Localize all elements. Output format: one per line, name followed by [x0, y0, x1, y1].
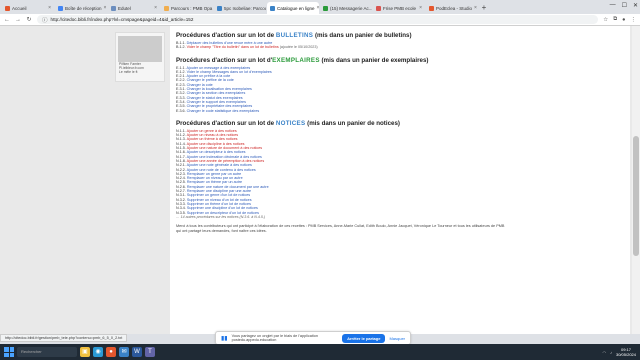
menu-dots-icon[interactable]: ⋮: [631, 17, 637, 23]
window-controls: — ☐ ✕: [610, 2, 638, 9]
tab-title: Accueil: [12, 5, 27, 11]
section-title-notices: Procédures d'action sur un lot de NOTICE…: [176, 119, 400, 127]
chrome-icon[interactable]: ●: [106, 347, 116, 357]
taskbar-clock[interactable]: 09:17 30/05/2024: [616, 347, 636, 357]
browser-tab[interactable]: 5pc Isobeliae: Parcours×: [214, 2, 266, 14]
tab-close-icon[interactable]: ×: [317, 5, 319, 11]
procedure-number: N.3.5.: [176, 210, 186, 215]
forward-arrow-icon[interactable]: →: [15, 17, 21, 23]
tab-close-icon[interactable]: ×: [48, 5, 51, 11]
browser-tab[interactable]: Parcours : PMB Opa×: [161, 2, 213, 14]
article-content: Procédures d'action sur un lot de BULLET…: [170, 26, 630, 334]
tab-favicon-icon: [5, 5, 10, 11]
profile-card: Pilfken Famter Pl.ielbleur.fr.com Le mêle …: [115, 32, 165, 82]
tab-title: Boîte de réception: [65, 5, 102, 11]
bulletins-procedure-list: B.1.1. Déplacer des bulletins d'une revu…: [176, 41, 624, 50]
browser-tab-bar: Accueil × Boîte de réception × Edutel × Parcou…: [0, 0, 640, 14]
explorer-icon[interactable]: ▣: [80, 347, 90, 357]
browser-tab[interactable]: Catalogue en ligne ×: [267, 2, 319, 14]
profile-line: Le mêle le ft: [119, 70, 138, 74]
browser-tab[interactable]: Boîte de réception ×: [55, 2, 107, 14]
taskbar-search-input[interactable]: Rechercher: [17, 347, 77, 357]
browser-tab[interactable]: Frise PMB ecole ×: [373, 2, 425, 14]
reload-icon[interactable]: ↻: [26, 16, 32, 23]
word-icon[interactable]: W: [132, 347, 142, 357]
taskbar: Rechercher ▣ ◉ ● ✉ W T ◠ ♪ 09:17 30/05/2024: [0, 344, 640, 360]
taskbar-apps: ▣ ◉ ● ✉ W T: [80, 347, 155, 357]
tab-title: Parcours : PMB Opa: [171, 5, 213, 11]
tab-title: 5pc Isobeliae: Parcours: [224, 5, 266, 11]
procedure-link[interactable]: Changer le code statistique des exemplai…: [187, 109, 260, 113]
address-bar-row: ← → ↻ ⓘ http://citedoc.bibli.fr/index.ph…: [0, 14, 640, 26]
system-tray: ◠ ♪ 09:17 30/05/2024: [602, 347, 636, 357]
browser-tab[interactable]: Edutel ×: [108, 2, 160, 14]
tab-favicon-icon: [111, 5, 116, 11]
url-text: http://citedoc.bibli.fr/index.php?lvl=cm…: [50, 17, 194, 22]
profile-icon[interactable]: ●: [622, 17, 625, 23]
maximize-button[interactable]: ☐: [622, 2, 627, 9]
section-title-exemplaires: Procédures d'action sur un lot d'EXEMPLA…: [176, 56, 429, 64]
tab-close-icon[interactable]: ×: [154, 5, 157, 11]
tab-favicon-icon: [164, 5, 169, 11]
procedure-number: B.1.2.: [176, 45, 186, 50]
procedure-list-item: B.1.2. Vider le champ "Titre du bulletin…: [176, 45, 624, 49]
tab-favicon-icon: [376, 5, 381, 11]
tab-close-icon[interactable]: ×: [474, 5, 477, 11]
procedure-number: E.3.6.: [176, 108, 186, 113]
exemplaires-procedure-list: E.1.1. Ajouter un message à des exemplai…: [176, 66, 624, 113]
tab-title: (15) Messagerie Ac...: [330, 5, 372, 11]
profile-photo: [118, 36, 162, 62]
minimize-button[interactable]: —: [610, 2, 616, 9]
new-tab-button[interactable]: +: [479, 2, 489, 14]
procedure-link[interactable]: Vider le champ "Titre du bulletin" dans …: [187, 45, 279, 49]
volume-icon[interactable]: ♪: [610, 350, 612, 355]
browser-tab[interactable]: Accueil ×: [2, 2, 54, 14]
start-button[interactable]: [4, 347, 14, 357]
tab-favicon-icon: [270, 5, 275, 11]
back-arrow-icon[interactable]: ←: [4, 17, 10, 23]
tab-close-icon[interactable]: ×: [104, 5, 107, 11]
profile-lines: Pilfken Famter Pl.ielbleur.fr.com Le mêle …: [116, 62, 164, 74]
more-notices-note: … 14 autres procédures sur les notices (…: [176, 214, 266, 219]
teams-icon[interactable]: T: [145, 347, 155, 357]
tab-title: Edutel: [118, 5, 131, 11]
browser-tab[interactable]: (15) Messagerie Ac... ×: [320, 2, 372, 14]
tab-title: PodEclea - Studio: [436, 5, 473, 11]
hide-share-bar-button[interactable]: Masquer: [389, 336, 405, 341]
section-title-bulletins: Procédures d'action sur un lot de BULLET…: [176, 32, 412, 39]
stop-sharing-button[interactable]: Arrêter le partage: [342, 333, 386, 343]
notices-procedure-list: N.1.1. Ajouter un genre à des notices N.1…: [176, 129, 624, 215]
close-window-button[interactable]: ✕: [633, 2, 638, 9]
url-input[interactable]: ⓘ http://citedoc.bibli.fr/index.php?lvl=…: [37, 15, 599, 24]
edge-icon[interactable]: ◉: [93, 347, 103, 357]
share-indicator-icon: ▮▮: [221, 335, 228, 342]
tab-favicon-icon: [217, 5, 222, 11]
page-scrollbar[interactable]: [632, 26, 640, 334]
link-status-bar: http://citedoc.bibli.fr/gestion/pmb_tele…: [0, 334, 128, 342]
screen-share-bar: ▮▮ Vous partagez un onglet par le biais …: [215, 331, 411, 345]
scrollbar-thumb[interactable]: [633, 136, 639, 256]
sidebar: Pilfken Famter Pl.ielbleur.fr.com Le mêle …: [110, 26, 168, 334]
lock-icon: ⓘ: [42, 17, 48, 24]
tab-title: Catalogue en ligne: [277, 5, 315, 11]
star-icon[interactable]: ☆: [603, 17, 608, 23]
tab-favicon-icon: [58, 5, 63, 11]
procedure-link[interactable]: Supprimer un descripteur d'un lot de not…: [187, 211, 259, 215]
tab-favicon-icon: [323, 5, 328, 11]
tab-close-icon[interactable]: ×: [419, 5, 422, 11]
tab-title: Frise PMB ecole: [383, 5, 417, 11]
acknowledgements-text: Merci à tous les contributeurs qui ont p…: [176, 224, 505, 233]
browser-tab[interactable]: PodEclea - Studio ×: [426, 2, 478, 14]
page-viewport: Pilfken Famter Pl.ielbleur.fr.com Le mêle …: [0, 26, 640, 334]
network-icon[interactable]: ◠: [602, 350, 606, 355]
tab-favicon-icon: [429, 5, 434, 11]
mail-icon[interactable]: ✉: [119, 347, 129, 357]
extensions-icon[interactable]: ⧉: [613, 16, 617, 23]
procedure-note: (ajoutée le 05/10/2023): [279, 45, 318, 50]
share-message: Vous partagez un onglet par le biais de …: [231, 334, 319, 342]
procedure-list-item: E.3.6. Changer le code statistique des e…: [176, 109, 624, 113]
